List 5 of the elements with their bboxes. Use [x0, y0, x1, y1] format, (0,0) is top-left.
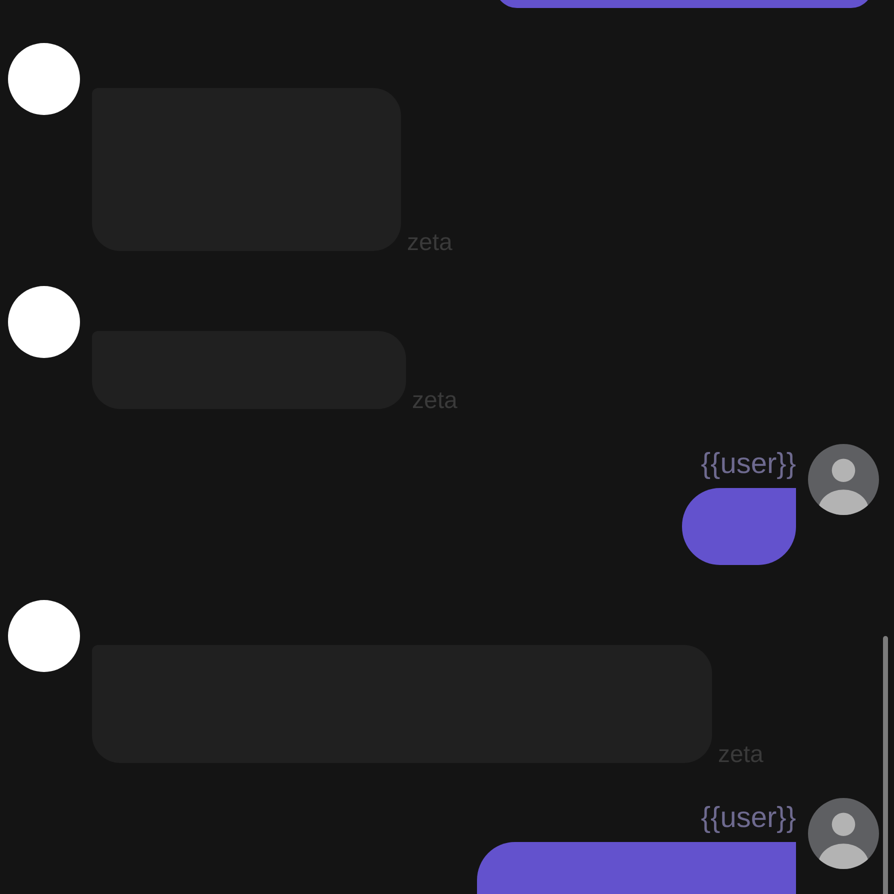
sender-name: {{user}}	[700, 447, 796, 482]
user-avatar-icon	[808, 798, 879, 869]
user-avatar-icon	[808, 444, 879, 515]
sender-name: {{user}}	[700, 801, 796, 836]
scrollbar-thumb[interactable]	[883, 636, 888, 894]
